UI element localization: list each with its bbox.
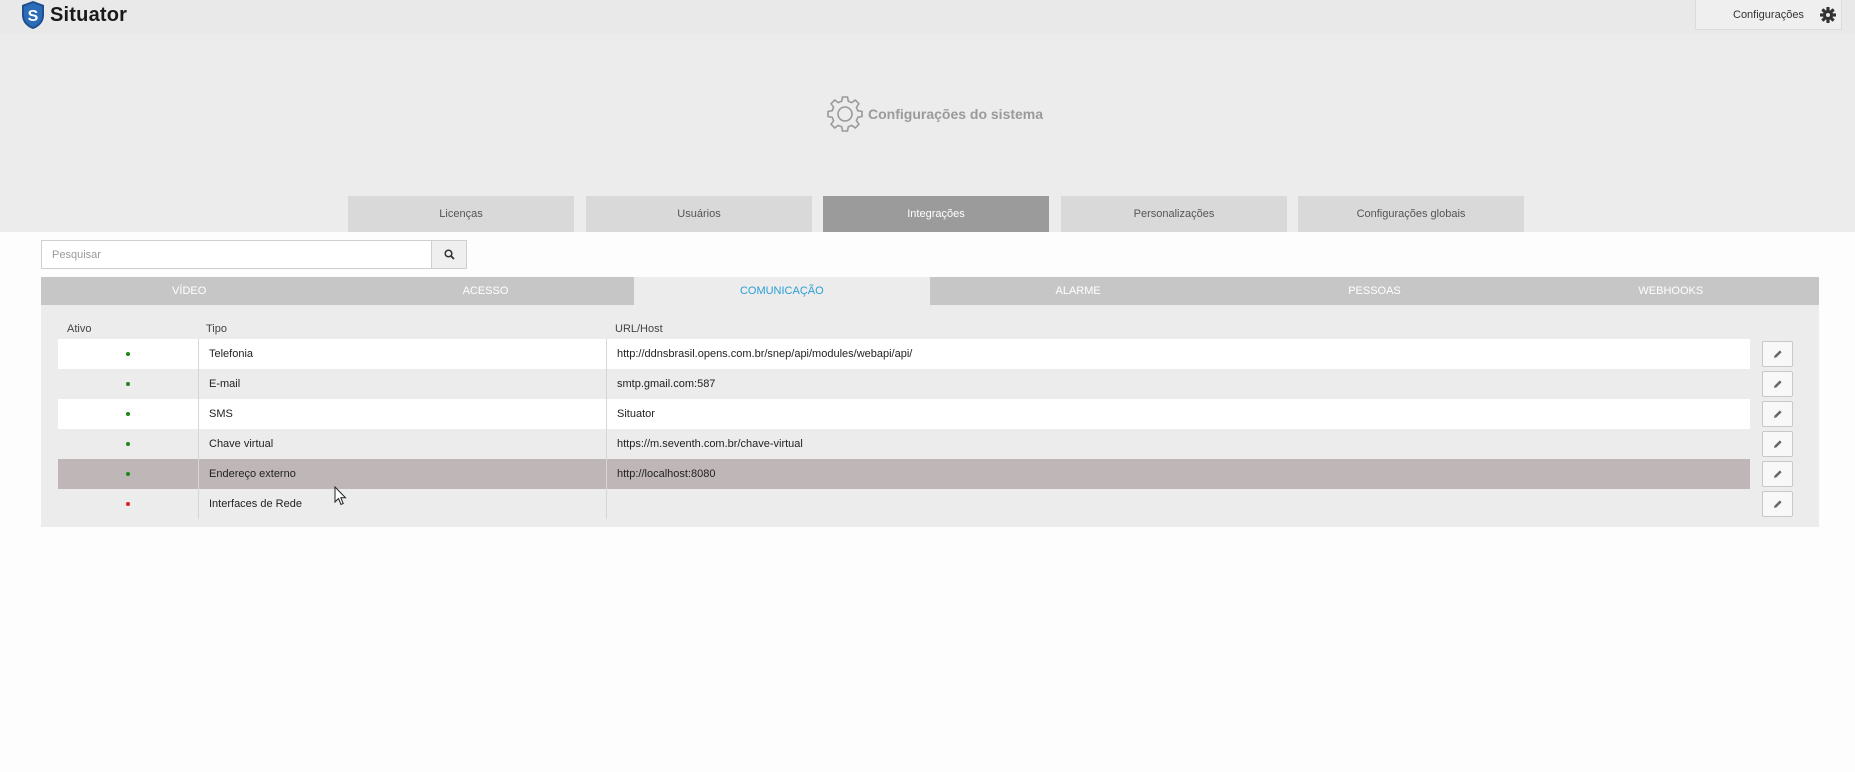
status-cell: [58, 459, 198, 489]
search-bar: [41, 240, 467, 269]
status-cell: [58, 369, 198, 399]
tab-usuarios[interactable]: Usuários: [586, 196, 812, 232]
page-title: Configurações do sistema: [825, 94, 1043, 134]
brand-name: Situator: [50, 3, 128, 26]
pencil-icon: [1773, 380, 1782, 388]
table-row[interactable]: Interfaces de Rede: [58, 489, 1750, 519]
app-logo[interactable]: S Situator: [20, 0, 127, 30]
status-cell: [58, 429, 198, 459]
gear-icon[interactable]: [1818, 5, 1838, 25]
subtab-acesso[interactable]: ACESSO: [337, 277, 633, 305]
tipo-cell: SMS: [198, 399, 606, 429]
mouse-cursor-icon: [334, 486, 347, 506]
tipo-cell: E-mail: [198, 369, 606, 399]
settings-label: Configurações: [1733, 8, 1804, 21]
column-header-tipo: Tipo: [206, 323, 227, 335]
table-row[interactable]: Telefonia http://ddnsbrasil.opens.com.br…: [58, 339, 1750, 369]
search-button[interactable]: [431, 240, 467, 269]
edit-button[interactable]: [1762, 341, 1793, 367]
url-cell: https://m.seventh.com.br/chave-virtual: [606, 429, 1750, 459]
subtab-pessoas[interactable]: PESSOAS: [1226, 277, 1522, 305]
url-cell: http://localhost:8080: [606, 459, 1750, 489]
search-icon: [443, 249, 455, 260]
shield-logo-icon: S: [22, 1, 44, 29]
column-header-url: URL/Host: [615, 323, 663, 335]
page-title-text: Configurações do sistema: [868, 106, 1044, 122]
status-dot: [126, 502, 130, 506]
subtab-alarme[interactable]: ALARME: [930, 277, 1226, 305]
tipo-cell: Interfaces de Rede: [198, 489, 606, 519]
subtab-video[interactable]: VÍDEO: [41, 277, 337, 305]
subtab-webhooks[interactable]: WEBHOOKS: [1523, 277, 1819, 305]
tab-integracoes[interactable]: Integrações: [823, 196, 1049, 232]
edit-button[interactable]: [1762, 431, 1793, 457]
edit-button[interactable]: [1762, 461, 1793, 487]
status-dot: [126, 382, 130, 386]
edit-button[interactable]: [1762, 491, 1793, 517]
integration-category-tabs: VÍDEO ACESSO COMUNICAÇÃO ALARME PESSOAS …: [41, 277, 1819, 305]
status-dot: [126, 442, 130, 446]
subtab-comunicacao[interactable]: COMUNICAÇÃO: [633, 277, 930, 305]
url-cell: [606, 489, 1750, 519]
tipo-cell: Chave virtual: [198, 429, 606, 459]
pencil-icon: [1773, 470, 1782, 478]
status-cell: [58, 339, 198, 369]
tipo-cell: Telefonia: [198, 339, 606, 369]
status-cell: [58, 489, 198, 519]
pencil-icon: [1773, 410, 1782, 418]
table-row[interactable]: Endereço externo http://localhost:8080: [58, 459, 1750, 489]
url-cell: Situator: [606, 399, 1750, 429]
pencil-icon: [1773, 500, 1782, 508]
svg-text:S: S: [28, 8, 39, 25]
edit-button[interactable]: [1762, 401, 1793, 427]
status-dot: [126, 352, 130, 356]
edit-button[interactable]: [1762, 371, 1793, 397]
gear-outline-icon: [827, 96, 863, 132]
column-header-ativo: Ativo: [67, 323, 92, 335]
tipo-cell: Endereço externo: [198, 459, 606, 489]
tab-licencas[interactable]: Licenças: [348, 196, 574, 232]
top-bar: S Situator Configurações: [0, 0, 1855, 34]
status-dot: [126, 472, 130, 476]
tab-configuracoes-globais[interactable]: Configurações globais: [1298, 196, 1524, 232]
pencil-icon: [1773, 350, 1782, 358]
search-input[interactable]: [41, 240, 432, 269]
status-cell: [58, 399, 198, 429]
url-cell: http://ddnsbrasil.opens.com.br/snep/api/…: [606, 339, 1750, 369]
status-dot: [126, 412, 130, 416]
pencil-icon: [1773, 440, 1782, 448]
table-row[interactable]: SMS Situator: [58, 399, 1750, 429]
url-cell: smtp.gmail.com:587: [606, 369, 1750, 399]
tab-personalizacoes[interactable]: Personalizações: [1061, 196, 1287, 232]
table-row[interactable]: Chave virtual https://m.seventh.com.br/c…: [58, 429, 1750, 459]
table-row[interactable]: E-mail smtp.gmail.com:587: [58, 369, 1750, 399]
